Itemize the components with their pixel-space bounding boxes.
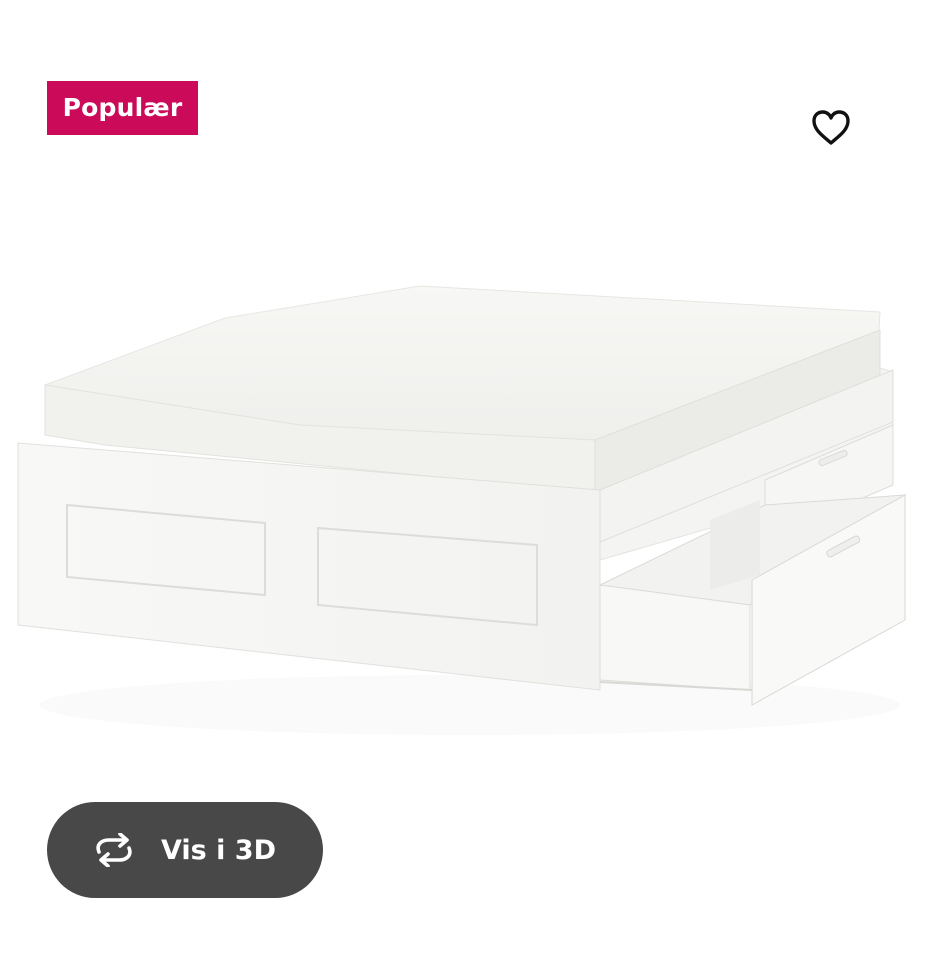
heart-outline-icon [809, 107, 853, 152]
favorite-button[interactable] [804, 102, 858, 156]
view-in-3d-button[interactable]: Vis i 3D [47, 802, 323, 898]
product-gallery: Populær Vis i 3D [0, 0, 926, 960]
popular-badge: Populær [47, 81, 198, 135]
product-image[interactable] [0, 240, 926, 800]
bed-illustration [17, 285, 907, 735]
rotate-arrows-icon [90, 833, 138, 867]
view-in-3d-label: Vis i 3D [161, 834, 277, 866]
